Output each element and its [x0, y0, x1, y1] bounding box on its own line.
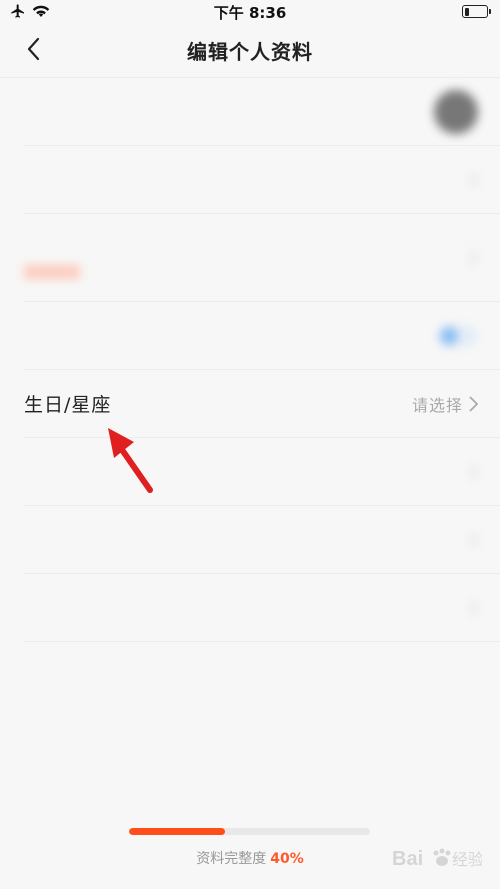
svg-text:Bai: Bai	[392, 848, 423, 870]
completeness-percent: 40%	[270, 851, 304, 867]
battery-icon	[462, 5, 491, 18]
birthday-value: 请选择	[411, 395, 463, 415]
gender-toggle	[438, 324, 478, 347]
avatar-row-label	[24, 101, 66, 123]
avatar-row[interactable]	[24, 78, 500, 146]
completeness-label: 资料完整度	[196, 851, 267, 867]
chevron-left-icon	[26, 37, 40, 65]
battery-level	[464, 7, 469, 16]
birthday-label: 生日/星座	[24, 394, 112, 416]
avatar	[434, 89, 478, 134]
profile-completeness-fill	[129, 828, 226, 835]
airplane-icon	[10, 3, 26, 23]
chevron-right-icon	[469, 599, 478, 616]
occupation-row[interactable]	[24, 506, 500, 574]
interests-row[interactable]	[24, 574, 500, 642]
chevron-right-icon	[469, 249, 478, 266]
profile-completeness-bar	[129, 828, 370, 835]
red-arrow-annotation	[108, 428, 153, 493]
status-bar: 下午 8:36	[0, 0, 500, 24]
back-button[interactable]	[18, 36, 48, 66]
baidu-paw-logo: Bai 经验	[392, 848, 482, 870]
page-title: 编辑个人资料	[187, 40, 313, 64]
wifi-icon	[32, 4, 50, 22]
profile-field-list: 生日/星座 请选择	[0, 78, 500, 642]
chevron-right-icon	[469, 463, 478, 480]
chevron-right-icon	[469, 395, 478, 412]
gender-row[interactable]	[24, 302, 500, 370]
nav-bar: 编辑个人资料	[0, 24, 500, 78]
chevron-right-icon	[469, 531, 478, 548]
svg-text:经验: 经验	[452, 850, 482, 869]
baidu-jingyan-watermark: Bai 经验	[392, 845, 482, 871]
chevron-right-icon	[469, 171, 478, 188]
hometown-row[interactable]	[24, 438, 500, 506]
status-left-icons	[10, 3, 50, 23]
signature-row[interactable]	[24, 214, 500, 302]
birthday-constellation-row[interactable]: 生日/星座 请选择	[24, 370, 500, 438]
nickname-row[interactable]	[24, 146, 500, 214]
status-time: 下午 8:36	[213, 3, 287, 22]
